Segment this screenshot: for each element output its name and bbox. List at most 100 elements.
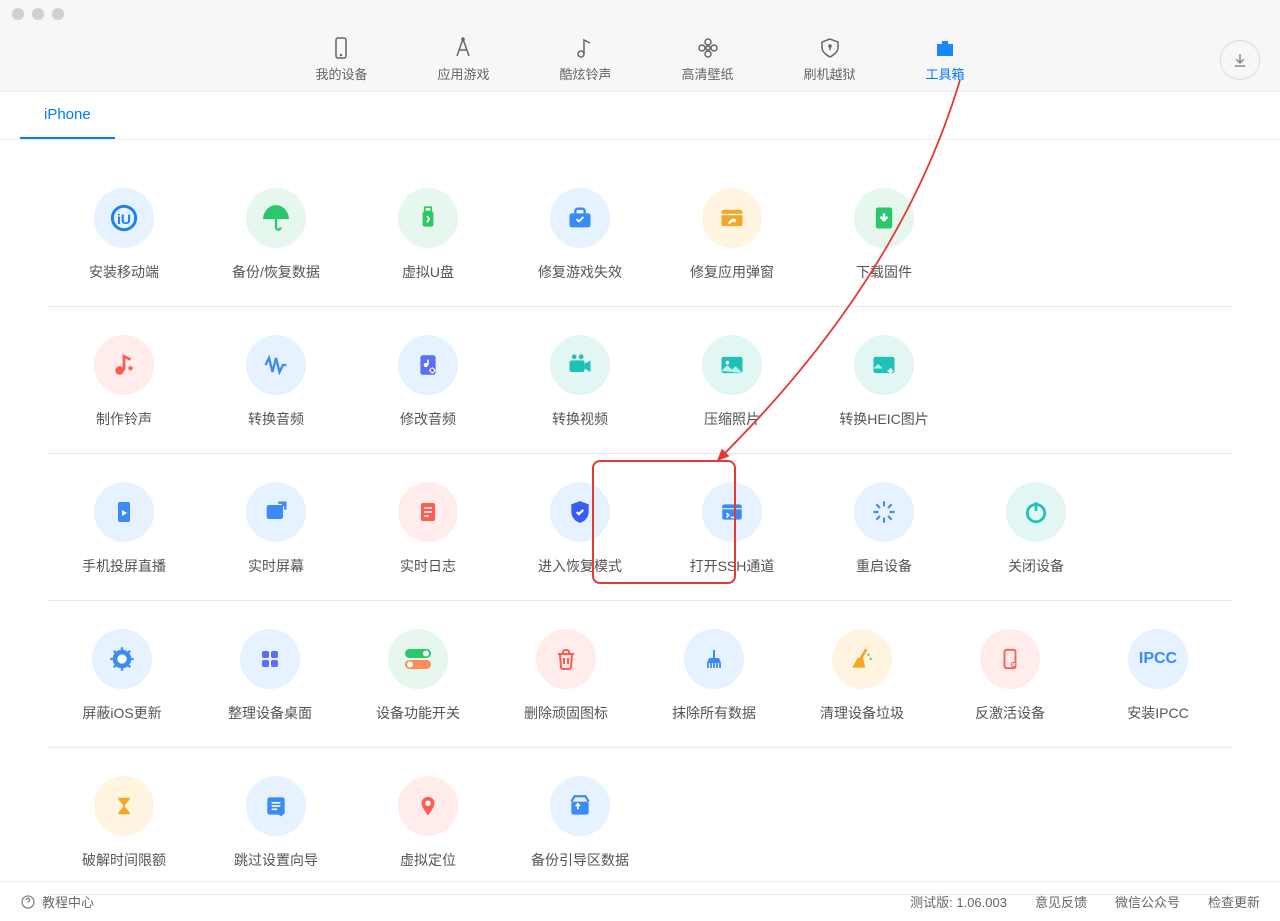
nav-app-games[interactable]: 应用游戏 [437, 28, 489, 91]
tool-label: 删除顽固图标 [524, 703, 608, 723]
toolbox-icon [933, 36, 957, 60]
tool-label: 抹除所有数据 [672, 703, 756, 723]
tool-label: 实时日志 [400, 556, 456, 576]
grid-icon [240, 629, 300, 689]
music-gear-icon [398, 335, 458, 395]
tool-deactivate[interactable]: 反激活设备 [936, 629, 1084, 723]
tool-clean-junk[interactable]: 清理设备垃圾 [788, 629, 936, 723]
drive-backup-icon [550, 776, 610, 836]
tool-restart-device[interactable]: 重启设备 [808, 482, 960, 576]
tool-shutdown-device[interactable]: 关闭设备 [960, 482, 1112, 576]
top-nav: 我的设备 应用游戏 酷炫铃声 高清壁纸 刷机越狱 工具箱 [0, 28, 1280, 92]
tool-label: 下载固件 [856, 262, 912, 282]
tool-compress-photo[interactable]: 压缩照片 [656, 335, 808, 429]
sub-tab-iphone[interactable]: iPhone [20, 92, 115, 139]
app-logo-icon: iU [94, 188, 154, 248]
tool-label: 备份引导区数据 [531, 850, 629, 870]
tool-realtime-screen[interactable]: 实时屏幕 [200, 482, 352, 576]
ipcc-text-icon: IPCC [1128, 629, 1188, 689]
nav-wallpaper[interactable]: 高清壁纸 [682, 28, 734, 91]
loading-spinner-icon [854, 482, 914, 542]
tool-label: 跳过设置向导 [234, 850, 318, 870]
tool-label: 修复游戏失效 [538, 262, 622, 282]
zoom-window-dot[interactable] [52, 8, 64, 20]
tool-virtual-udisk[interactable]: 虚拟U盘 [352, 188, 504, 282]
nav-flash-jailbreak[interactable]: 刷机越狱 [804, 28, 856, 91]
footer-wechat[interactable]: 微信公众号 [1115, 892, 1180, 911]
tool-make-ringtone[interactable]: 制作铃声 [48, 335, 200, 429]
tool-label: 反激活设备 [975, 703, 1045, 723]
tool-backup-boot[interactable]: 备份引导区数据 [504, 776, 656, 870]
brush-icon [684, 629, 744, 689]
footer-check-update[interactable]: 检查更新 [1208, 892, 1260, 911]
tool-block-ios-update[interactable]: 屏蔽iOS更新 [48, 629, 196, 723]
footer-feedback[interactable]: 意见反馈 [1035, 892, 1087, 911]
nav-label: 应用游戏 [437, 64, 489, 83]
tool-label: 关闭设备 [1008, 556, 1064, 576]
tool-recovery-mode[interactable]: 进入恢复模式 [504, 482, 656, 576]
minimize-window-dot[interactable] [32, 8, 44, 20]
tool-open-ssh[interactable]: 打开SSH通道 [656, 482, 808, 576]
tool-label: 虚拟U盘 [402, 262, 454, 282]
gear-block-icon [92, 629, 152, 689]
tool-label: 制作铃声 [96, 409, 152, 429]
tool-delete-stubborn[interactable]: 删除顽固图标 [492, 629, 640, 723]
tool-realtime-log[interactable]: 实时日志 [352, 482, 504, 576]
tool-skip-setup[interactable]: 跳过设置向导 [200, 776, 352, 870]
tool-label: 修改音频 [400, 409, 456, 429]
tool-arrange-desktop[interactable]: 整理设备桌面 [196, 629, 344, 723]
nav-label: 刷机越狱 [804, 64, 856, 83]
tool-time-limit[interactable]: 破解时间限额 [48, 776, 200, 870]
tool-label: 进入恢复模式 [538, 556, 622, 576]
tool-edit-audio[interactable]: 修改音频 [352, 335, 504, 429]
tool-install-ipcc[interactable]: IPCC 安装IPCC [1084, 629, 1232, 723]
tool-row: iU 安装移动端 备份/恢复数据 虚拟U盘 修复游戏失效 修复应用弹窗 下载固件 [48, 160, 1232, 307]
tool-label: 设备功能开关 [376, 703, 460, 723]
tool-row: 手机投屏直播 实时屏幕 实时日志 进入恢复模式 打开SSH通道 重启设备 关闭设… [48, 454, 1232, 601]
tool-virtual-location[interactable]: 虚拟定位 [352, 776, 504, 870]
close-window-dot[interactable] [12, 8, 24, 20]
phone-play-icon [94, 482, 154, 542]
video-camera-icon [550, 335, 610, 395]
tool-feature-switch[interactable]: 设备功能开关 [344, 629, 492, 723]
tool-fix-popup[interactable]: 修复应用弹窗 [656, 188, 808, 282]
tool-convert-heic[interactable]: 转换HEIC图片 [808, 335, 960, 429]
tool-convert-video[interactable]: 转换视频 [504, 335, 656, 429]
nav-my-device[interactable]: 我的设备 [315, 28, 367, 91]
nav-ringtones[interactable]: 酷炫铃声 [559, 28, 611, 91]
tool-label: 虚拟定位 [400, 850, 456, 870]
download-button[interactable] [1220, 40, 1260, 80]
tool-erase-all[interactable]: 抹除所有数据 [640, 629, 788, 723]
nav-label: 酷炫铃声 [559, 64, 611, 83]
tool-label: 安装IPCC [1127, 703, 1188, 723]
tool-label: 安装移动端 [89, 262, 159, 282]
tool-install-mobile[interactable]: iU 安装移动端 [48, 188, 200, 282]
photo-icon [702, 335, 762, 395]
nav-toolbox[interactable]: 工具箱 [926, 28, 965, 91]
tool-download-firmware[interactable]: 下载固件 [808, 188, 960, 282]
toolbox-fix-icon [550, 188, 610, 248]
tool-label: 转换视频 [552, 409, 608, 429]
sub-tab-label: iPhone [44, 106, 91, 123]
tool-label: 转换音频 [248, 409, 304, 429]
help-icon [20, 894, 36, 910]
tool-row: 破解时间限额 跳过设置向导 虚拟定位 备份引导区数据 [48, 748, 1232, 895]
download-file-icon [854, 188, 914, 248]
compass-icon [451, 36, 475, 60]
tool-row: 屏蔽iOS更新 整理设备桌面 设备功能开关 删除顽固图标 抹除所有数据 清理设备… [48, 601, 1232, 748]
trash-icon [536, 629, 596, 689]
tool-label: 转换HEIC图片 [839, 409, 928, 429]
device-icon [329, 36, 353, 60]
umbrella-icon [246, 188, 306, 248]
tool-label: 屏蔽iOS更新 [82, 703, 161, 723]
tool-backup-restore[interactable]: 备份/恢复数据 [200, 188, 352, 282]
footer-tutorial[interactable]: 教程中心 [42, 892, 94, 911]
broom-icon [832, 629, 892, 689]
tool-label: 手机投屏直播 [82, 556, 166, 576]
tool-fix-game[interactable]: 修复游戏失效 [504, 188, 656, 282]
tool-convert-audio[interactable]: 转换音频 [200, 335, 352, 429]
tool-screen-cast[interactable]: 手机投屏直播 [48, 482, 200, 576]
toggle-icon [388, 629, 448, 689]
footer-version: 测试版: 1.06.003 [910, 892, 1007, 911]
screen-share-icon [246, 482, 306, 542]
